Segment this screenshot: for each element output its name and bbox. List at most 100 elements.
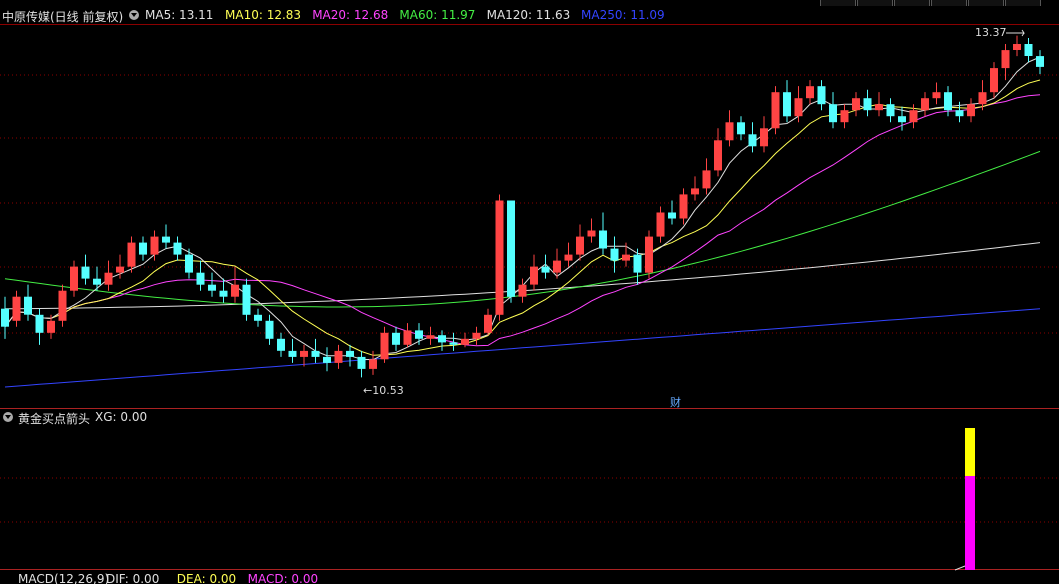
candle-body <box>47 320 55 333</box>
candle-body <box>760 128 768 147</box>
candle-body <box>24 296 32 315</box>
candle-body <box>863 98 872 111</box>
candle-body <box>288 350 297 357</box>
high-price-label: 13.37 <box>975 26 1007 39</box>
candle-body <box>93 278 101 285</box>
candle-body <box>794 98 803 117</box>
candle-body <box>840 110 849 123</box>
candle-body <box>921 98 929 111</box>
candle-body <box>691 188 699 195</box>
signal-bar <box>965 476 975 570</box>
ma20-line <box>4 94 1041 347</box>
macd-header: MACD(12,26,9) DIF: 0.00 DEA: 0.00 MACD: 0.… <box>0 572 1059 584</box>
candle-body <box>909 110 918 123</box>
candle-body <box>955 110 964 117</box>
candle-body <box>70 266 78 291</box>
candle-body <box>564 254 573 261</box>
macd-value-2: MACD: 0.00 <box>247 572 319 584</box>
candle-body <box>978 92 987 105</box>
candle-body <box>1 308 9 327</box>
candle-body <box>403 330 412 345</box>
candle-body <box>886 104 895 117</box>
candle-body <box>599 230 607 249</box>
candle-body <box>967 104 975 117</box>
candle-body <box>518 284 527 297</box>
candle-body <box>196 272 205 285</box>
candle-body <box>116 266 124 273</box>
candle-body <box>898 116 906 123</box>
candle-body <box>369 359 377 369</box>
candle-body <box>357 356 366 369</box>
candle-body <box>323 356 331 363</box>
candle-body <box>277 338 285 351</box>
candle-body <box>633 254 642 273</box>
candle-body <box>311 350 320 357</box>
candle-body <box>817 86 826 105</box>
candle-body <box>553 260 561 273</box>
candle-body <box>449 342 458 345</box>
candle-body <box>725 122 734 141</box>
candle-body <box>645 236 653 273</box>
candle-body <box>679 194 688 219</box>
candle-body <box>185 254 193 273</box>
candle-body <box>484 314 492 333</box>
candle-body <box>81 266 90 279</box>
candle-body <box>242 284 251 315</box>
candle-body <box>104 272 113 285</box>
candle-body <box>1013 44 1021 50</box>
candle-body <box>472 332 481 339</box>
candle-body <box>714 140 722 171</box>
candle-body <box>852 98 860 111</box>
finance-event-marker[interactable]: 财 <box>670 394 681 410</box>
candle-body <box>737 122 745 135</box>
candle-body <box>944 92 952 111</box>
candle-body <box>1001 50 1010 69</box>
candle-body <box>265 320 274 339</box>
candle-body <box>380 332 389 360</box>
candle-body <box>12 296 21 321</box>
candle-body <box>541 266 550 273</box>
candle-body <box>783 92 791 117</box>
candle-body <box>150 236 159 255</box>
chevron-down-icon[interactable] <box>3 412 13 422</box>
macd-value-0: DIF: 0.00 <box>106 572 160 584</box>
xg-line <box>954 565 966 571</box>
candle-body <box>587 230 596 237</box>
candle-body <box>875 104 883 111</box>
candle-body <box>254 314 262 321</box>
sub-indicator-value: XG: 0.00 <box>95 410 148 424</box>
candle-body <box>990 68 998 93</box>
candle-body <box>127 242 136 267</box>
candle-body <box>461 338 469 345</box>
candle-body <box>771 92 780 129</box>
candle-body <box>806 86 814 99</box>
high-marker-arrow <box>1006 29 1025 37</box>
ma250-line <box>4 308 1041 388</box>
candle-body <box>438 335 446 343</box>
candle-body <box>219 290 228 297</box>
candle-body <box>35 314 44 333</box>
signal-bar-top <box>965 428 975 476</box>
candle-body <box>668 212 676 219</box>
sub-indicator-title[interactable]: 黄金买点箭头 <box>18 410 90 427</box>
candle-body <box>530 266 538 285</box>
candle-body <box>622 254 630 261</box>
macd-value-1: DEA: 0.00 <box>176 572 237 584</box>
candle-body <box>829 104 837 123</box>
candle-body <box>656 212 665 237</box>
candle-body <box>208 284 216 291</box>
candlestick-chart[interactable] <box>0 0 1059 578</box>
macd-title[interactable]: MACD(12,26,9) <box>18 572 109 584</box>
candle-body <box>495 200 504 315</box>
ma10-line <box>4 79 1041 356</box>
ma5-line <box>4 56 1041 361</box>
candle-body <box>162 236 170 243</box>
candle-body <box>610 248 619 261</box>
candle-body <box>576 236 584 255</box>
candle-body <box>392 332 400 345</box>
candle-body <box>426 335 435 339</box>
low-price-label: ←10.53 <box>363 384 404 397</box>
candle-body <box>932 92 941 99</box>
candle-body <box>748 134 757 147</box>
candle-body <box>58 290 67 321</box>
